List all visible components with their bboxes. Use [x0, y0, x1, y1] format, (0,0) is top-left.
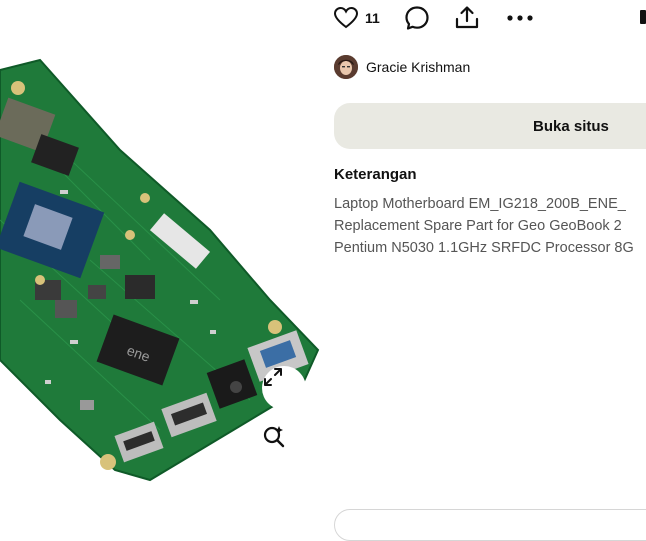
- open-site-label: Buka situs: [533, 117, 609, 135]
- more-icon: [507, 15, 533, 21]
- comment-input-edge[interactable]: [334, 509, 646, 541]
- like-button[interactable]: 11: [333, 6, 394, 30]
- like-count: 11: [365, 10, 380, 26]
- visual-search-button[interactable]: [262, 424, 306, 468]
- description-line: Laptop Motherboard EM_IG218_200B_ENE_: [334, 196, 626, 212]
- description-line: Pentium N5030 1.1GHz SRFDC Processor 8G: [334, 240, 634, 256]
- heart-icon: [333, 6, 359, 29]
- pin-image[interactable]: ene: [0, 0, 322, 520]
- expand-icon: [264, 368, 282, 386]
- avatar-image: [334, 55, 358, 79]
- open-site-button[interactable]: Buka situs: [334, 103, 646, 149]
- author-name[interactable]: Gracie Krishman: [366, 59, 470, 75]
- description-line: Replacement Spare Part for Geo GeoBook 2: [334, 218, 622, 234]
- pin-action-bar: 11: [333, 4, 544, 32]
- pin-author[interactable]: Gracie Krishman: [334, 55, 470, 79]
- expand-button[interactable]: [262, 366, 306, 410]
- avatar[interactable]: [334, 55, 358, 79]
- comment-icon: [405, 6, 429, 30]
- description-heading: Keterangan: [334, 166, 417, 183]
- share-button[interactable]: [454, 5, 480, 31]
- save-button-edge[interactable]: [640, 10, 646, 24]
- share-icon: [455, 6, 478, 29]
- visual-search-icon: [263, 426, 285, 448]
- comment-button[interactable]: [404, 5, 430, 31]
- description-text: Laptop Motherboard EM_IG218_200B_ENE_ Re…: [334, 193, 646, 259]
- more-options-button[interactable]: [506, 14, 534, 22]
